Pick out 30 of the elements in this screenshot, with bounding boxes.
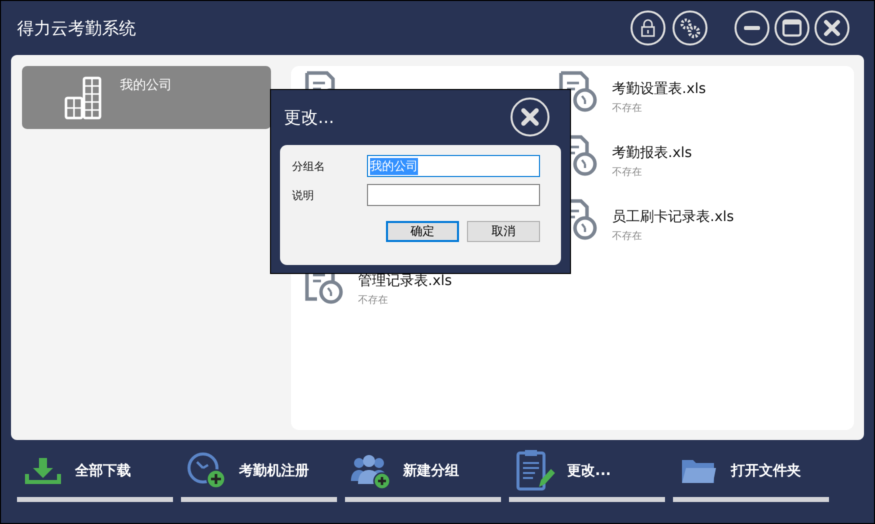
file-status: 不存在: [358, 294, 389, 307]
toolbar-button[interactable]: 新建分组: [345, 448, 501, 502]
close-icon[interactable]: [814, 10, 850, 46]
settings-icon[interactable]: [672, 10, 708, 46]
file-name[interactable]: 管理记录表.xls: [358, 272, 452, 290]
download-icon: [24, 456, 62, 486]
maximize-icon[interactable]: [774, 10, 810, 46]
cancel-button[interactable]: 取消: [467, 221, 540, 242]
ok-button[interactable]: 确定: [386, 221, 459, 242]
toolbar-button[interactable]: 全部下载: [17, 448, 173, 502]
window-title: 得力云考勤系统: [17, 18, 137, 40]
file-status: 不存在: [612, 166, 643, 179]
description-field[interactable]: [367, 184, 540, 206]
file-status: 不存在: [612, 230, 643, 243]
file-status: 不存在: [612, 102, 643, 115]
field-label: 分组名: [292, 158, 326, 174]
clipboard-pencil-icon: [515, 448, 555, 492]
minimize-icon[interactable]: [734, 10, 770, 46]
toolbar-button[interactable]: 考勤机注册: [181, 448, 337, 502]
field-label: 说明: [292, 188, 315, 202]
toolbar-button[interactable]: 打开文件夹: [673, 448, 829, 502]
close-icon[interactable]: [510, 97, 550, 137]
dialog-title: 更改...: [284, 106, 334, 128]
toolbar-button[interactable]: 更改...: [509, 448, 665, 502]
lock-icon[interactable]: [630, 10, 666, 46]
file-name[interactable]: 员工刷卡记录表.xls: [612, 208, 734, 226]
file-name[interactable]: 考勤报表.xls: [612, 144, 692, 162]
building-icon: [64, 76, 104, 120]
group-item[interactable]: 我的公司: [22, 66, 271, 129]
file-name[interactable]: 考勤设置表.xls: [612, 80, 706, 98]
